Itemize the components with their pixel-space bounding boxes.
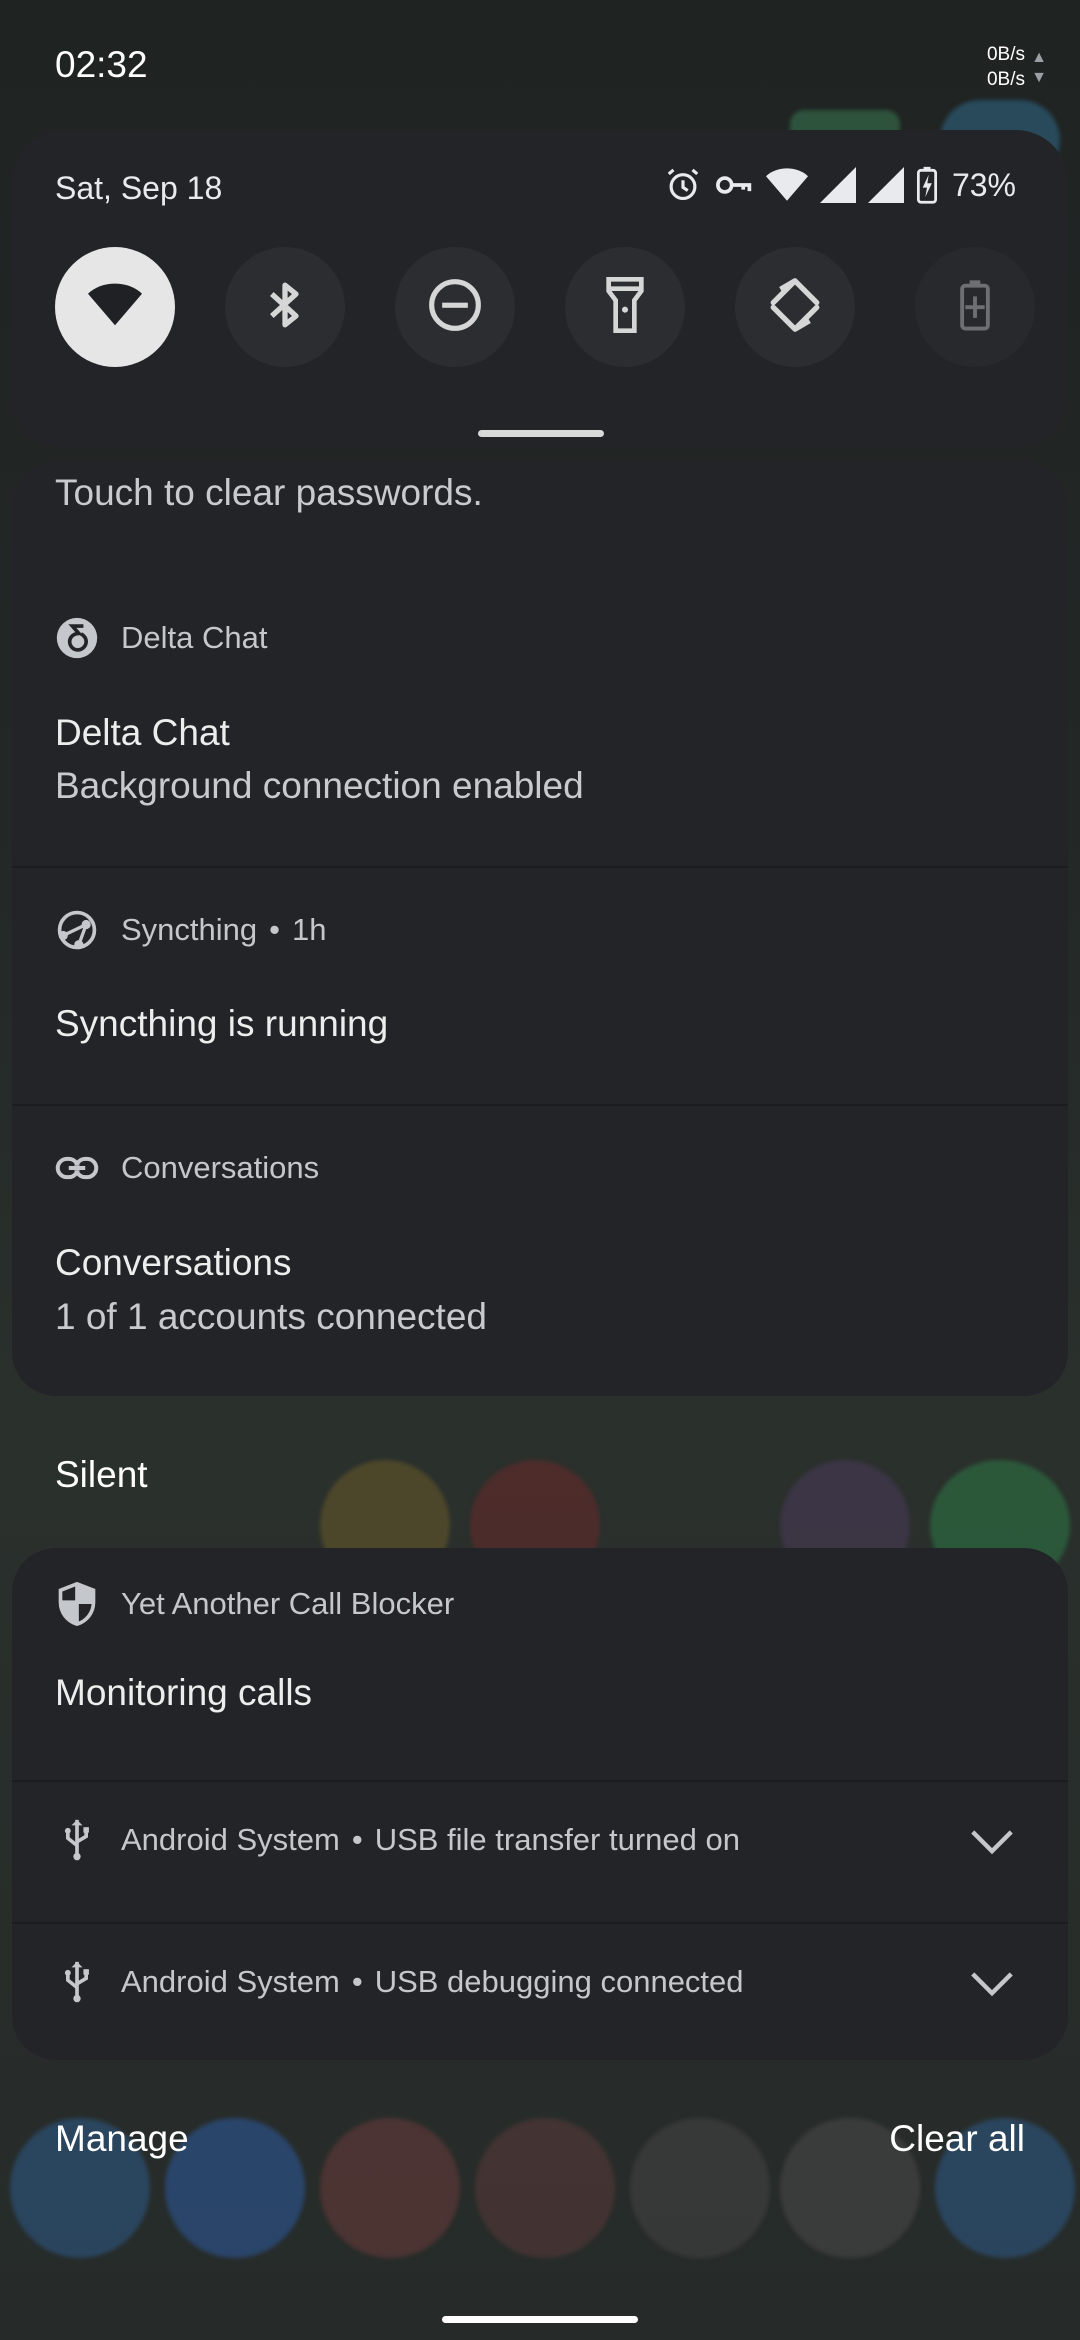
syncthing-icon	[55, 908, 99, 952]
partial-notification-text: Touch to clear passwords.	[55, 472, 483, 513]
notification-group-ongoing: Touch to clear passwords. Delta Chat Del…	[12, 462, 1068, 1396]
notification-header: Syncthing • 1h	[55, 908, 326, 952]
flashlight-tile[interactable]	[565, 247, 685, 367]
app-name: Syncthing	[121, 912, 258, 947]
notification-header: Android System • USB debugging connected	[55, 1960, 744, 2004]
link-icon	[55, 1146, 99, 1190]
quick-settings-panel: Sat, Sep 18 73%	[12, 130, 1068, 448]
app-name: Android System	[121, 1964, 340, 1999]
notification-delta-chat[interactable]: Delta Chat Delta Chat Background connect…	[12, 570, 1068, 816]
notification-header: Conversations	[55, 1146, 319, 1190]
qs-status-icons: 73%	[664, 166, 1016, 204]
notification-title: Delta Chat	[55, 712, 230, 753]
shield-icon	[55, 1582, 99, 1626]
silent-section-header[interactable]: Silent	[55, 1454, 148, 1496]
notification-text: Background connection enabled	[55, 765, 584, 806]
wifi-icon	[88, 282, 142, 333]
qs-tiles	[55, 247, 1035, 367]
notification-header: Yet Another Call Blocker	[55, 1582, 454, 1626]
status-clock: 02:32	[55, 44, 148, 85]
expand-chevron-icon[interactable]	[970, 1962, 1014, 2006]
battery-percent: 73%	[951, 166, 1016, 203]
separator-dot: •	[351, 1964, 363, 1999]
expand-chevron-icon[interactable]	[970, 1820, 1014, 1864]
auto-rotate-tile[interactable]	[735, 247, 855, 367]
notification-title: Monitoring calls	[55, 1672, 313, 1713]
vpn-key-icon	[714, 166, 754, 204]
notification-usb-debugging[interactable]: Android System • USB debugging connected	[12, 1924, 1068, 2060]
bluetooth-tile[interactable]	[225, 247, 345, 367]
notification-call-blocker[interactable]: Yet Another Call Blocker Monitoring call…	[12, 1548, 1068, 1780]
status-bar: 02:32 0B/s 0B/s ▲ ▼	[0, 0, 1080, 130]
signal-icon	[819, 167, 856, 203]
flashlight-icon	[605, 276, 645, 338]
notification-header: Android System • USB file transfer turne…	[55, 1818, 740, 1862]
notification-syncthing[interactable]: Syncthing • 1h Syncthing is running	[12, 868, 1068, 1104]
notification-group-silent: Yet Another Call Blocker Monitoring call…	[12, 1548, 1068, 2060]
qs-date[interactable]: Sat, Sep 18	[55, 170, 222, 207]
notification-usb-transfer[interactable]: Android System • USB file transfer turne…	[12, 1782, 1068, 1922]
alarm-icon	[664, 166, 702, 204]
battery-charging-icon	[916, 166, 938, 204]
gesture-navigation-handle[interactable]	[442, 2316, 638, 2323]
app-name: Delta Chat	[121, 620, 268, 655]
dock-mail-blur	[320, 2118, 460, 2258]
do-not-disturb-tile[interactable]	[395, 247, 515, 367]
separator-dot: •	[269, 912, 280, 947]
usb-icon	[55, 1960, 99, 2004]
app-name: Yet Another Call Blocker	[121, 1586, 455, 1621]
net-arrows-icon: ▲ ▼	[1031, 49, 1047, 86]
dock-firefox-blur	[475, 2118, 615, 2258]
notification-text: USB debugging connected	[374, 1964, 744, 1999]
bluetooth-icon	[263, 278, 307, 337]
app-name: Conversations	[121, 1150, 320, 1185]
auto-rotate-icon	[766, 276, 824, 339]
signal-icon	[867, 167, 904, 203]
manage-button[interactable]: Manage	[55, 2118, 189, 2160]
usb-icon	[55, 1818, 99, 1862]
app-name: Android System	[121, 1822, 340, 1857]
battery-saver-icon	[960, 279, 990, 336]
notification-conversations[interactable]: Conversations Conversations 1 of 1 accou…	[12, 1106, 1068, 1396]
notification-title: Syncthing is running	[55, 1003, 389, 1044]
delta-chat-icon	[55, 616, 99, 660]
notification-text: USB file transfer turned on	[374, 1822, 740, 1857]
net-up-speed: 0B/s	[986, 44, 1025, 65]
do-not-disturb-icon	[427, 277, 483, 338]
notification-header: Delta Chat	[55, 616, 267, 660]
partial-notification[interactable]: Touch to clear passwords.	[12, 462, 1068, 556]
qs-expand-handle[interactable]	[478, 430, 604, 437]
network-speed: 0B/s 0B/s ▲ ▼	[986, 42, 1047, 92]
wifi-tile[interactable]	[55, 247, 175, 367]
net-down-speed: 0B/s	[986, 69, 1025, 90]
separator-dot: •	[351, 1822, 363, 1857]
clear-all-button[interactable]: Clear all	[889, 2118, 1025, 2160]
notification-title: Conversations	[55, 1242, 292, 1283]
notification-time: 1h	[292, 912, 327, 947]
battery-saver-tile[interactable]	[915, 247, 1035, 367]
notification-text: 1 of 1 accounts connected	[55, 1296, 487, 1337]
dock-video-blur	[630, 2118, 770, 2258]
wifi-icon	[765, 167, 808, 203]
